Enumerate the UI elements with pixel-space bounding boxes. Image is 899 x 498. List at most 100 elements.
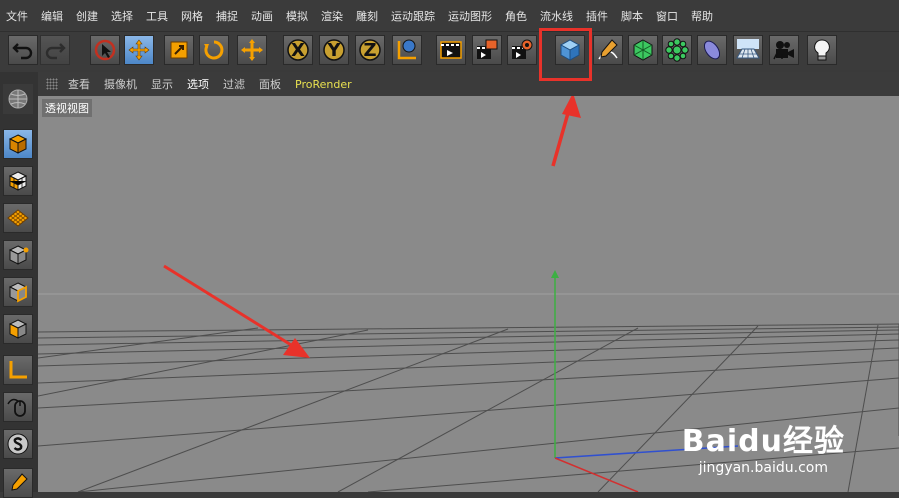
edges-mode-button[interactable] [3,277,33,307]
viewport-menu-options[interactable]: 选项 [187,76,209,92]
viewport-menu-view[interactable]: 查看 [68,76,90,92]
polygons-mode-icon [8,319,28,339]
deformer-button[interactable] [697,35,727,65]
workplane-icon [7,209,29,227]
undo-icon [12,43,33,60]
floor-button[interactable] [733,35,763,65]
menu-select[interactable]: 选择 [111,8,133,24]
light-button[interactable] [807,35,837,65]
viewport-menu-display[interactable]: 显示 [151,76,173,92]
baidu-jingyan-watermark: Baidu经验 jingyan.baidu.com [682,416,845,476]
edges-mode-icon [8,282,28,303]
viewport-label: 透视视图 [42,99,92,117]
watermark-url: jingyan.baidu.com [698,460,828,476]
cloner-icon [665,38,689,62]
deformer-icon [703,40,721,60]
viewport-menu-prorender[interactable]: ProRender [295,78,352,91]
redo-icon [45,43,66,60]
viewport-menubar: 查看 摄像机 显示 选项 过滤 面板 ProRender [38,72,899,96]
render-view-icon [440,41,462,59]
menu-create[interactable]: 创建 [76,8,98,24]
pen-spline-button[interactable] [593,35,623,65]
tweak-mode-icon [7,398,26,417]
x-axis-label: X [291,39,305,61]
snapping-button[interactable] [3,429,33,459]
scale-button[interactable] [164,35,194,65]
subdivision-surface-button[interactable] [628,35,658,65]
menu-tools[interactable]: 工具 [146,8,168,24]
y-axis-label: Y [327,39,341,61]
points-mode-icon [8,245,29,265]
menu-script[interactable]: 脚本 [621,8,643,24]
live-selection-icon [94,39,116,61]
menu-edit[interactable]: 编辑 [41,8,63,24]
render-settings-button[interactable] [507,35,537,65]
texture-mode-icon [8,171,28,191]
z-axis-label: Z [363,39,377,61]
render-view-button[interactable] [436,35,466,65]
viewport-menu-cameras[interactable]: 摄像机 [104,76,137,92]
render-to-picture-viewer-button[interactable] [472,35,502,65]
floor-icon [736,39,760,59]
viewport-menu-panel[interactable]: 面板 [259,76,281,92]
menu-file[interactable]: 文件 [6,8,28,24]
camera-icon [773,41,794,60]
polygons-mode-button[interactable] [3,314,33,344]
redo-button[interactable] [40,35,70,65]
view-layout-button[interactable] [3,84,33,114]
menu-render[interactable]: 渲染 [321,8,343,24]
menu-help[interactable]: 帮助 [691,8,713,24]
move-button[interactable] [124,35,154,65]
menu-sculpt[interactable]: 雕刻 [356,8,378,24]
scale-icon [170,41,188,59]
cloner-button[interactable] [662,35,692,65]
viewport-grip-handle[interactable] [46,78,58,90]
world-coordinates-icon [397,39,416,60]
y-axis-lock-button[interactable]: Y [319,35,349,65]
texture-mode-button[interactable] [3,166,33,196]
annotation-arrow-to-viewport [163,264,310,358]
menu-simulate[interactable]: 模拟 [286,8,308,24]
light-icon [814,39,830,61]
undo-button[interactable] [8,35,38,65]
menu-mesh[interactable]: 网格 [181,8,203,24]
model-mode-button[interactable] [3,129,33,159]
subdivision-surface-icon [633,39,653,61]
camera-button[interactable] [769,35,799,65]
menu-pipeline[interactable]: 流水线 [540,8,573,24]
menu-character[interactable]: 角色 [505,8,527,24]
workplane-mode-button[interactable] [3,203,33,233]
tweak-mode-button[interactable] [3,392,33,422]
x-axis-lock-button[interactable]: X [283,35,313,65]
rotate-icon [204,40,224,60]
menu-motion-tracking[interactable]: 运动跟踪 [391,8,435,24]
move-icon [128,39,150,61]
points-mode-button[interactable] [3,240,33,270]
recent-tool-icon [241,39,263,61]
recent-tool-button[interactable] [237,35,267,65]
annotation-arrow-to-cube [551,96,581,167]
highlight-box-cube-tool [539,28,592,81]
watermark-brand: Baidu经验 [681,424,845,459]
viewport-menu-filter[interactable]: 过滤 [223,76,245,92]
menu-plugins[interactable]: 插件 [586,8,608,24]
left-mode-toolbar [0,72,39,498]
menu-animate[interactable]: 动画 [251,8,273,24]
rotate-button[interactable] [199,35,229,65]
pen-spline-icon [598,39,618,60]
menu-mograph[interactable]: 运动图形 [448,8,492,24]
z-axis-lock-button[interactable]: Z [355,35,385,65]
world-coordinates-button[interactable] [392,35,422,65]
live-selection-button[interactable] [90,35,120,65]
model-mode-icon [8,134,28,154]
main-menubar: 文件 编辑 创建 选择 工具 网格 捕捉 动画 模拟 渲染 雕刻 运动跟踪 运动… [0,0,899,32]
brush-tool-button[interactable] [3,468,33,498]
axis-mode-button[interactable] [3,355,33,385]
y-axis-arrowhead [551,270,559,278]
axis-mode-icon [9,361,27,379]
main-toolbar: X Y Z [0,32,899,70]
menu-window[interactable]: 窗口 [656,8,678,24]
menu-snap[interactable]: 捕捉 [216,8,238,24]
globe-grid-icon [8,89,28,109]
perspective-viewport[interactable]: 透视视图 Baidu经验 jingyan.baidu.com [38,96,899,492]
